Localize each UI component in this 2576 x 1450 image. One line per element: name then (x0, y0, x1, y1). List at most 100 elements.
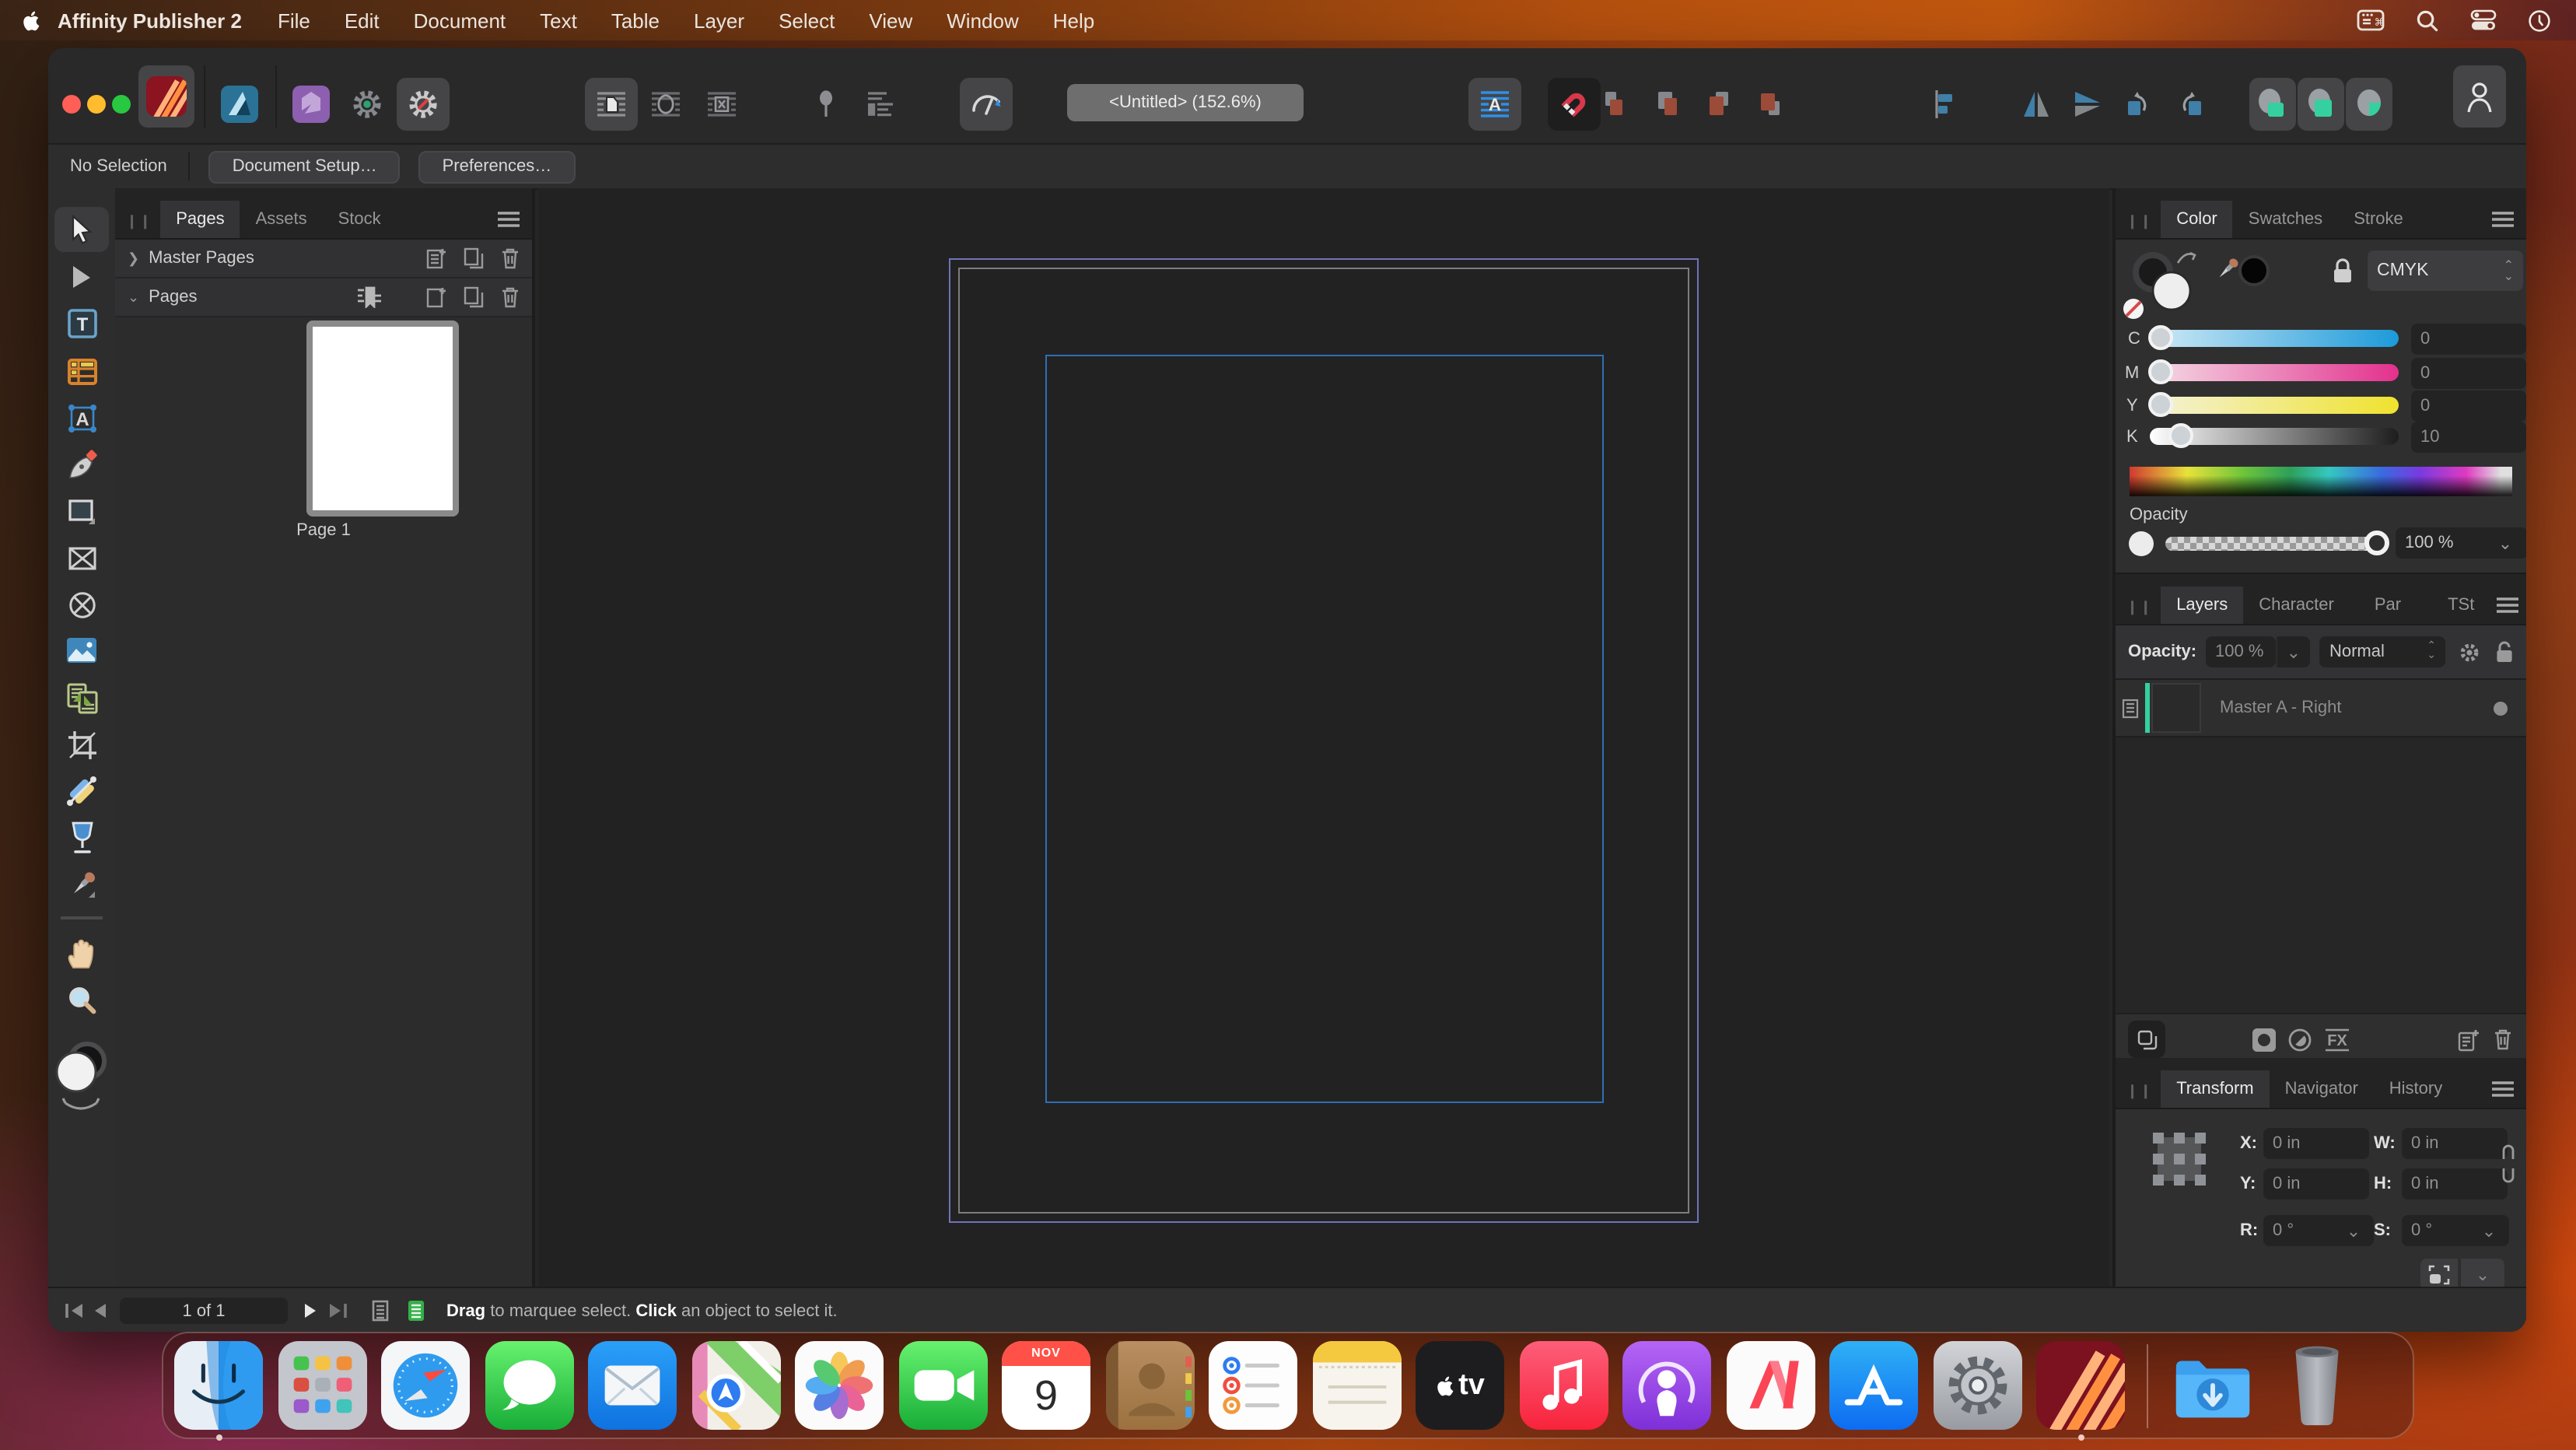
move-to-back-button[interactable] (1744, 78, 1797, 131)
hardware-acceleration-gear-button[interactable] (341, 78, 394, 131)
tab-stroke[interactable]: Stroke (2338, 201, 2419, 238)
preferences-button[interactable]: Preferences… (419, 150, 576, 183)
panel-menu-icon[interactable] (2492, 212, 2526, 238)
cyan-value-field[interactable]: 0 (2411, 324, 2526, 355)
duplicate-layers-button[interactable] (2128, 1021, 2165, 1058)
keyboard-viewer-icon[interactable]: ⌘ (2357, 9, 2385, 31)
tab-stock[interactable]: Stock (323, 201, 397, 238)
dock-trash-icon[interactable] (2272, 1341, 2361, 1430)
layer-opacity-chevron[interactable]: ⌄ (2276, 636, 2311, 667)
dock-facetime-icon[interactable] (898, 1341, 987, 1430)
text-wrap-ellipse-button[interactable] (639, 78, 692, 131)
pages-view-icon[interactable] (370, 1299, 390, 1322)
anchor-point-selector[interactable] (2147, 1126, 2212, 1192)
preflight-status-icon[interactable] (406, 1299, 426, 1322)
picked-color-swatch[interactable] (2237, 254, 2271, 288)
layer-effects-icon[interactable]: FX (2324, 1028, 2350, 1051)
duplicate-master-icon[interactable] (464, 247, 484, 269)
rotate-clockwise-button[interactable] (2164, 78, 2217, 131)
dock-photos-icon[interactable] (795, 1341, 884, 1430)
opacity-value-field[interactable]: 100 % (2396, 527, 2495, 559)
account-button[interactable] (2453, 65, 2506, 128)
panel-drag-handle[interactable]: ❙❙ (2116, 213, 2161, 238)
menu-item-select[interactable]: Select (779, 9, 835, 32)
link-dimensions-icon[interactable] (2501, 1144, 2515, 1184)
place-image-tool[interactable] (56, 629, 107, 671)
dock-news-icon[interactable] (1726, 1341, 1815, 1430)
layer-row-master-a-right[interactable]: Master A - Right (2116, 680, 2526, 737)
artistic-text-tool[interactable]: A (56, 397, 107, 439)
menu-item-text[interactable]: Text (540, 9, 577, 32)
tab-text-styles[interactable]: TSt (2426, 587, 2496, 624)
menu-item-view[interactable]: View (869, 9, 912, 32)
menu-item-table[interactable]: Table (611, 9, 660, 32)
menu-item-document[interactable]: Document (414, 9, 506, 32)
blend-mode-select[interactable]: Normal⌃⌄ (2320, 636, 2445, 667)
minimize-window-button[interactable] (87, 95, 106, 114)
opacity-slider[interactable] (2165, 537, 2383, 551)
collapse-chevron-icon[interactable]: ❯ (128, 250, 139, 267)
tab-pages[interactable]: Pages (160, 201, 240, 238)
tab-navigator[interactable]: Navigator (2270, 1070, 2374, 1108)
apple-menu-icon[interactable] (22, 9, 42, 32)
dock-downloads-icon[interactable] (2168, 1341, 2257, 1430)
flip-horizontal-button[interactable] (2010, 78, 2063, 131)
control-center-icon[interactable] (2470, 9, 2497, 31)
clock-icon[interactable] (2528, 9, 2551, 32)
picture-frame-rectangle-tool[interactable] (56, 537, 107, 579)
page-indicator-field[interactable]: 1 of 1 (120, 1298, 288, 1324)
tab-assets[interactable]: Assets (240, 201, 323, 238)
geometry-add-button[interactable] (2249, 78, 2296, 131)
dock-appstore-icon[interactable] (1829, 1341, 1918, 1430)
delete-layer-icon[interactable] (2494, 1028, 2512, 1050)
node-tool[interactable] (56, 255, 107, 297)
color-model-select[interactable]: CMYK ⌃⌄ (2368, 250, 2523, 291)
photo-persona-button[interactable] (285, 78, 338, 131)
layer-thumbnail[interactable] (2151, 683, 2201, 733)
pages-section-header[interactable]: ⌄ Pages (115, 278, 532, 317)
fill-stroke-selector[interactable] (53, 1038, 110, 1119)
dock-reminders-icon[interactable] (1209, 1341, 1297, 1430)
first-page-button[interactable] (64, 1302, 84, 1319)
pen-tool[interactable] (56, 443, 107, 485)
add-page-icon[interactable] (426, 286, 446, 308)
picture-frame-ellipse-tool[interactable] (56, 583, 107, 625)
dock-launchpad-icon[interactable] (278, 1341, 366, 1430)
geometry-subtract-button[interactable] (2298, 78, 2344, 131)
rotate-anticlockwise-button[interactable] (2112, 78, 2165, 131)
document-canvas[interactable] (538, 188, 2109, 1287)
previous-page-button[interactable] (93, 1302, 107, 1319)
move-tool[interactable] (56, 208, 107, 250)
panel-drag-handle[interactable]: ❙❙ (115, 213, 160, 238)
delete-master-icon[interactable] (501, 247, 520, 269)
menu-item-layer[interactable]: Layer (694, 9, 744, 32)
magenta-slider[interactable] (2150, 364, 2399, 381)
tab-layers[interactable]: Layers (2161, 587, 2243, 624)
y-field[interactable]: 0 in (2263, 1168, 2369, 1200)
w-field[interactable]: 0 in (2402, 1128, 2508, 1159)
menu-item-window[interactable]: Window (947, 9, 1019, 32)
add-layer-icon[interactable] (2458, 1028, 2480, 1051)
preferences-gear-button[interactable] (397, 78, 450, 131)
panel-menu-icon[interactable] (2492, 1081, 2526, 1108)
dock-podcasts-icon[interactable] (1622, 1341, 1711, 1430)
pages-tool[interactable] (56, 677, 107, 719)
menu-item-file[interactable]: File (278, 9, 310, 32)
magenta-value-field[interactable]: 0 (2411, 358, 2526, 389)
move-forward-button[interactable] (1641, 78, 1694, 131)
panel-menu-icon[interactable] (2496, 597, 2526, 624)
delete-page-icon[interactable] (501, 286, 520, 308)
dock-appletv-icon[interactable]: tv (1416, 1341, 1504, 1430)
dock-notes-icon[interactable] (1312, 1341, 1401, 1430)
transform-origin-chevron[interactable]: ⌄ (2459, 1259, 2504, 1290)
dock-calendar-icon[interactable]: NOV 9 (1002, 1341, 1090, 1430)
layer-opacity-field[interactable]: 100 % (2206, 636, 2276, 667)
dock-contacts-icon[interactable] (1105, 1341, 1194, 1430)
lock-icon[interactable] (2332, 258, 2354, 285)
add-master-page-icon[interactable] (426, 247, 446, 269)
fill-tool[interactable] (56, 770, 107, 812)
pin-button[interactable] (800, 78, 852, 131)
tab-paragraph[interactable]: Par (2350, 587, 2426, 624)
alignment-button[interactable] (1918, 78, 1971, 131)
opacity-dropdown-chevron[interactable]: ⌄ (2483, 527, 2526, 559)
